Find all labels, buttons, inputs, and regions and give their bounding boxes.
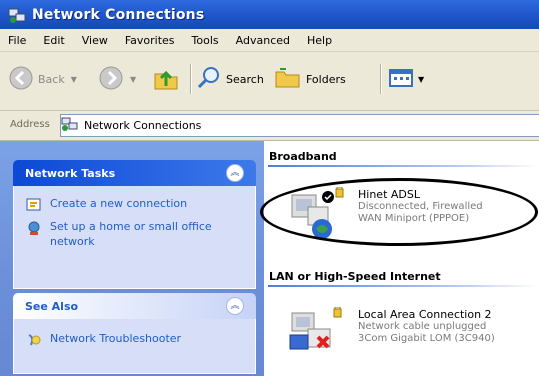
see-also-body: Network Troubleshooter xyxy=(13,319,256,374)
back-button[interactable]: Back ▼ xyxy=(8,62,77,96)
home-network-icon xyxy=(26,220,42,236)
new-connection-icon xyxy=(26,197,42,213)
collapse-chevron-icon[interactable]: ︽ xyxy=(226,297,244,315)
back-label: Back xyxy=(38,72,65,86)
connection-device: 3Com Gigabit LOM (3C940) xyxy=(358,333,495,344)
task-create-connection-label: Create a new connection xyxy=(50,197,188,210)
task-pane: Network Tasks ︽ Create a new connection xyxy=(0,141,264,376)
connection-details: Hinet ADSL Disconnected, Firewalled WAN … xyxy=(358,189,483,225)
menu-file[interactable]: File xyxy=(0,34,35,47)
address-label: Address xyxy=(10,119,50,130)
toolbar: Back ▼ ▼ Search Folders ▼ xyxy=(0,52,539,111)
network-tasks-panel: Network Tasks ︽ Create a new connection xyxy=(13,160,256,289)
back-dropdown-icon[interactable]: ▼ xyxy=(71,75,77,84)
group-lan-title: LAN or High-Speed Internet xyxy=(269,270,441,283)
back-arrow-icon xyxy=(8,65,34,94)
forward-arrow-icon xyxy=(98,65,124,94)
network-troubleshooter-label: Network Troubleshooter xyxy=(50,332,182,345)
window-title: Network Connections xyxy=(32,6,205,23)
network-connections-small-icon xyxy=(61,116,79,135)
connection-name: Local Area Connection 2 xyxy=(358,308,492,321)
folders-label: Folders xyxy=(306,72,346,86)
network-tasks-title: Network Tasks xyxy=(25,166,116,180)
group-divider xyxy=(268,285,539,287)
menu-view[interactable]: View xyxy=(74,34,117,47)
connections-view: Broadband Hinet ADSL Disconnected, Firew… xyxy=(264,141,539,376)
menu-edit[interactable]: Edit xyxy=(35,34,73,47)
connection-status: Network cable unplugged xyxy=(358,321,487,332)
views-button[interactable]: ▼ xyxy=(388,62,424,96)
task-setup-home-network[interactable]: Set up a home or small office network xyxy=(14,214,255,251)
folders-icon xyxy=(274,65,302,94)
task-create-connection[interactable]: Create a new connection xyxy=(14,186,255,214)
address-bar: Address Network Connections xyxy=(0,111,539,141)
search-button[interactable]: Search xyxy=(196,62,264,96)
see-also-title: See Also xyxy=(25,299,79,313)
up-folder-icon xyxy=(152,64,180,95)
views-dropdown-icon[interactable]: ▼ xyxy=(418,75,424,84)
see-also-header[interactable]: See Also ︽ xyxy=(13,293,256,319)
views-icon xyxy=(388,66,414,93)
menu-tools[interactable]: Tools xyxy=(184,34,228,47)
search-icon xyxy=(196,65,222,94)
menu-advanced[interactable]: Advanced xyxy=(228,34,299,47)
forward-dropdown-icon[interactable]: ▼ xyxy=(130,75,136,84)
address-input[interactable]: Network Connections xyxy=(60,114,539,137)
search-label: Search xyxy=(226,72,264,86)
collapse-chevron-icon[interactable]: ︽ xyxy=(226,164,244,182)
address-value: Network Connections xyxy=(84,119,202,132)
menu-favorites[interactable]: Favorites xyxy=(117,34,184,47)
see-also-panel: See Also ︽ Network Troubleshooter xyxy=(13,293,256,374)
connection-name: Hinet ADSL xyxy=(358,188,420,201)
troubleshooter-icon xyxy=(26,332,42,348)
broadband-connection-icon xyxy=(288,186,346,239)
connection-hinet-adsl[interactable]: Hinet ADSL Disconnected, Firewalled WAN … xyxy=(288,186,538,239)
connection-details: Local Area Connection 2 Network cable un… xyxy=(358,309,495,345)
menu-bar: File Edit View Favorites Tools Advanced … xyxy=(0,29,539,52)
group-broadband-title: Broadband xyxy=(269,150,337,163)
connection-status: Disconnected, Firewalled xyxy=(358,201,483,212)
folders-button[interactable]: Folders xyxy=(274,62,346,96)
network-connections-icon xyxy=(8,6,26,24)
lan-connection-icon xyxy=(288,306,346,359)
connection-device: WAN Miniport (PPPOE) xyxy=(358,213,470,224)
network-tasks-body: Create a new connection Set up a home or… xyxy=(13,186,256,289)
network-tasks-header[interactable]: Network Tasks ︽ xyxy=(13,160,256,186)
forward-button[interactable]: ▼ xyxy=(98,62,136,96)
connection-local-area-2[interactable]: Local Area Connection 2 Network cable un… xyxy=(288,306,538,359)
menu-help[interactable]: Help xyxy=(299,34,341,47)
group-divider xyxy=(268,165,539,167)
up-folder-button[interactable] xyxy=(152,62,180,96)
title-bar[interactable]: Network Connections xyxy=(0,0,539,29)
see-also-network-troubleshooter[interactable]: Network Troubleshooter xyxy=(14,319,255,349)
task-setup-home-network-label: Set up a home or small office network xyxy=(50,220,212,248)
